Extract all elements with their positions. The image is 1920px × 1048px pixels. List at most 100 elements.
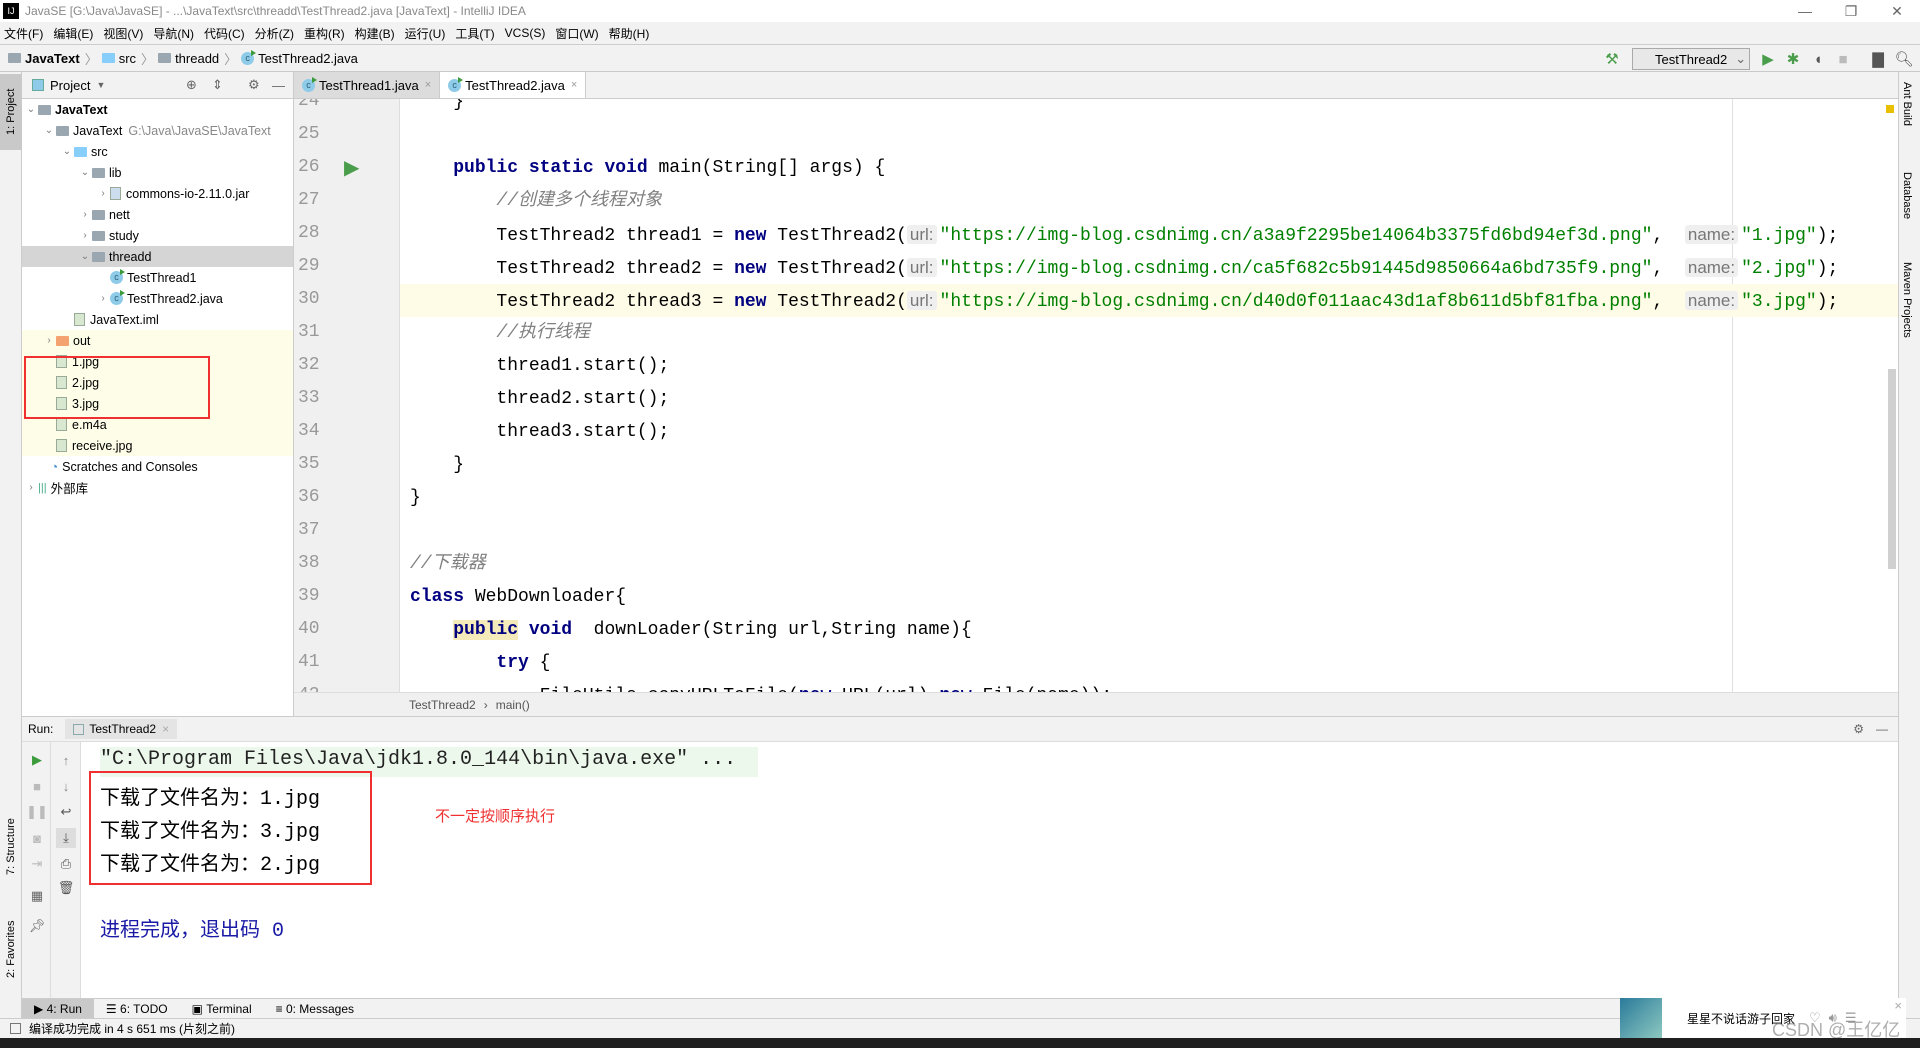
menu-item[interactable]: 构建(B): [355, 25, 395, 42]
breadcrumb-item[interactable]: JavaText 〉: [8, 49, 98, 68]
expand-down-icon[interactable]: ⌄: [78, 251, 92, 262]
code-token: "https://img-blog.csdnimg.cn/a3a9f2295be…: [939, 226, 1653, 246]
expand-down-icon[interactable]: ⌄: [42, 125, 56, 136]
code-editor[interactable]: 242526▶27282930313233343536373839404142 …: [294, 99, 1898, 692]
tree-item[interactable]: ⌄ JavaText: [22, 99, 293, 120]
expand-right-icon[interactable]: ›: [42, 335, 56, 346]
project-structure-icon[interactable]: ▇: [1868, 49, 1888, 69]
tree-item[interactable]: › ||| 外部库: [22, 477, 293, 498]
rerun-icon[interactable]: ▶: [27, 750, 47, 770]
tool-tab-maven[interactable]: Maven Projects: [1901, 262, 1913, 338]
project-view-select[interactable]: Project: [50, 78, 90, 93]
dropdown-icon[interactable]: ▼: [96, 80, 105, 90]
run-configuration-select[interactable]: TestThread2 ⌄: [1632, 48, 1750, 70]
tree-item[interactable]: › out: [22, 330, 293, 351]
tree-item[interactable]: › nett: [22, 204, 293, 225]
status-toggle-icon[interactable]: [10, 1023, 21, 1034]
expand-down-icon[interactable]: ⌄: [24, 104, 38, 115]
minimize-button[interactable]: —: [1782, 0, 1828, 22]
collapse-icon[interactable]: ⇕: [212, 77, 223, 93]
locate-icon[interactable]: ⊕: [186, 77, 197, 93]
tool-tab-todo[interactable]: ☰ 6: TODO: [94, 999, 180, 1019]
breadcrumb-item[interactable]: threadd 〉: [158, 49, 237, 68]
menu-item[interactable]: 运行(U): [405, 25, 446, 42]
menu-item[interactable]: 工具(T): [455, 25, 494, 42]
exit-icon[interactable]: ⇥: [27, 854, 47, 874]
run-icon[interactable]: ▶: [1758, 49, 1778, 69]
up-arrow-icon[interactable]: ↑: [56, 750, 76, 770]
tool-tab-project[interactable]: 1: Project: [0, 74, 22, 150]
tool-tab-database[interactable]: Database: [1901, 172, 1913, 219]
gear-icon[interactable]: ⚙: [1853, 722, 1864, 736]
tree-item[interactable]: JavaText.iml: [22, 309, 293, 330]
run-gutter-icon[interactable]: ▶: [344, 155, 359, 180]
crumb-class[interactable]: TestThread2: [409, 698, 476, 712]
trash-icon[interactable]: 🗑︎: [56, 878, 76, 898]
tool-tab-messages[interactable]: ≡ 0: Messages: [264, 999, 366, 1019]
breadcrumb-item[interactable]: src 〉: [101, 49, 154, 68]
menu-item[interactable]: 重构(R): [304, 25, 345, 42]
menu-item[interactable]: 代码(C): [204, 25, 245, 42]
expand-right-icon[interactable]: ›: [96, 188, 110, 199]
stop-icon[interactable]: ■: [1833, 49, 1853, 69]
menu-item[interactable]: VCS(S): [505, 26, 546, 40]
code-token: ,: [1652, 226, 1685, 246]
crumb-method[interactable]: main(): [496, 698, 530, 712]
hide-icon[interactable]: —: [1876, 722, 1888, 736]
hide-icon[interactable]: —: [272, 78, 285, 93]
editor-tab[interactable]: c TestThread2.java ×: [440, 72, 587, 98]
tree-item[interactable]: ⌄ threadd: [22, 246, 293, 267]
menu-item[interactable]: 分析(Z): [255, 25, 294, 42]
tree-item[interactable]: receive.jpg: [22, 435, 293, 456]
debug-icon[interactable]: ✱: [1783, 49, 1803, 69]
menu-item[interactable]: 文件(F): [4, 25, 43, 42]
tree-item[interactable]: › c TestThread2.java: [22, 288, 293, 309]
tool-tab-terminal[interactable]: ▣ Terminal: [180, 999, 264, 1019]
tool-tab-structure[interactable]: 7: Structure: [0, 802, 22, 892]
expand-down-icon[interactable]: ⌄: [60, 146, 74, 157]
print-icon[interactable]: ⎙: [56, 854, 76, 874]
tool-tab-run[interactable]: ▶ 4: Run: [22, 998, 94, 1019]
menu-item[interactable]: 编辑(E): [53, 25, 93, 42]
coverage-icon[interactable]: ◖: [1808, 49, 1828, 69]
expand-right-icon[interactable]: ›: [96, 293, 110, 304]
menu-item[interactable]: 导航(N): [153, 25, 194, 42]
expand-right-icon[interactable]: ›: [78, 230, 92, 241]
expand-down-icon[interactable]: ⌄: [78, 167, 92, 178]
tree-item[interactable]: ⌄ lib: [22, 162, 293, 183]
layout-icon[interactable]: ▦: [27, 886, 47, 906]
stop-icon[interactable]: ■: [27, 776, 47, 796]
close-button[interactable]: ✕: [1874, 0, 1920, 22]
close-tab-icon[interactable]: ×: [425, 79, 431, 91]
module-icon: [56, 125, 69, 136]
pause-icon[interactable]: ❚❚: [26, 802, 48, 822]
soft-wrap-icon[interactable]: ↩: [56, 802, 76, 822]
dump-threads-icon[interactable]: ◙: [27, 828, 47, 848]
tool-tab-ant-build[interactable]: Ant Build: [1901, 82, 1913, 126]
tree-item[interactable]: › commons-io-2.11.0.jar: [22, 183, 293, 204]
build-hammer-icon[interactable]: ⚒: [1602, 49, 1622, 69]
tree-item[interactable]: c TestThread1: [22, 267, 293, 288]
expand-right-icon[interactable]: ›: [24, 482, 38, 493]
gear-icon[interactable]: ⚙: [248, 77, 260, 93]
breadcrumb-item[interactable]: c TestThread2.java: [241, 49, 358, 66]
tree-item[interactable]: ⌄ src: [22, 141, 293, 162]
down-arrow-icon[interactable]: ↓: [56, 776, 76, 796]
run-tab[interactable]: TestThread2 ×: [65, 719, 178, 739]
pin-icon[interactable]: 📌︎: [27, 916, 47, 936]
scroll-to-end-icon[interactable]: ⤓: [56, 828, 76, 848]
editor-tab[interactable]: c TestThread1.java ×: [294, 72, 441, 98]
close-icon[interactable]: ×: [1894, 998, 1902, 1013]
tool-tab-favorites[interactable]: 2: Favorites: [0, 902, 22, 997]
menu-item[interactable]: 窗口(W): [555, 25, 598, 42]
close-tab-icon[interactable]: ×: [162, 722, 169, 736]
tree-item[interactable]: › study: [22, 225, 293, 246]
tree-item[interactable]: ⌄ JavaText G:\Java\JavaSE\JavaText: [22, 120, 293, 141]
restore-button[interactable]: ❐: [1828, 0, 1874, 22]
close-tab-icon[interactable]: ×: [571, 79, 577, 91]
tree-item[interactable]: ◔ Scratches and Consoles: [22, 456, 293, 477]
search-icon[interactable]: 🔍︎: [1894, 49, 1914, 69]
menu-item[interactable]: 帮助(H): [609, 25, 650, 42]
menu-item[interactable]: 视图(V): [103, 25, 143, 42]
expand-right-icon[interactable]: ›: [78, 209, 92, 220]
